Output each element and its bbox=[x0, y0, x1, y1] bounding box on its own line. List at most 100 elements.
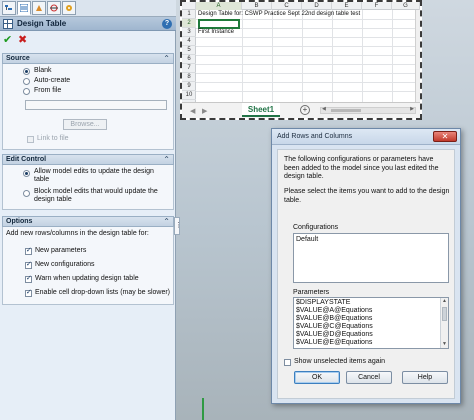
row-header[interactable]: 7 bbox=[182, 64, 196, 73]
show-unselected-checkbox[interactable] bbox=[284, 359, 291, 366]
column-header[interactable]: G bbox=[392, 2, 420, 10]
options-group-header[interactable]: Options ⌃ bbox=[2, 216, 174, 227]
new-configurations-label: New configurations bbox=[35, 261, 95, 268]
edit-control-group-header[interactable]: Edit Control ⌃ bbox=[2, 154, 174, 165]
close-icon[interactable]: ✕ bbox=[433, 131, 457, 142]
new-configurations-checkbox[interactable] bbox=[25, 260, 32, 269]
add-rows-and-columns-dialog: Add Rows and Columns ✕ The following con… bbox=[271, 128, 461, 404]
options-intro: Add new rows/columns in the design table… bbox=[6, 230, 149, 237]
warn-when-updating-checkbox[interactable] bbox=[25, 274, 32, 283]
file-path-field[interactable] bbox=[25, 100, 167, 110]
row-header[interactable]: 3 bbox=[182, 28, 196, 37]
options-group-title: Options bbox=[6, 218, 33, 225]
tab-feature-manager[interactable] bbox=[2, 1, 16, 15]
row-header[interactable]: 6 bbox=[182, 55, 196, 64]
parameters-list[interactable]: $DISPLAYSTATE $VALUE@A@Equations $VALUE@… bbox=[293, 297, 449, 349]
panel-splitter-handle[interactable]: ⋮ bbox=[174, 217, 182, 235]
design-table-title-bar: Design Table ? bbox=[0, 17, 176, 31]
column-header[interactable]: F bbox=[362, 2, 392, 10]
list-item[interactable]: $VALUE@E@Equations bbox=[296, 339, 372, 346]
design-table-spreadsheet[interactable]: A B C D E F G 1 2 3 4 5 6 7 8 9 10 Desig… bbox=[180, 0, 422, 120]
list-item[interactable]: $VALUE@C@Equations bbox=[296, 323, 373, 330]
blank-radio[interactable] bbox=[23, 68, 30, 75]
row-header[interactable]: 2 bbox=[182, 19, 196, 28]
help-button[interactable]: Help bbox=[402, 371, 448, 384]
row-header[interactable]: 8 bbox=[182, 73, 196, 82]
collapse-chevron-icon[interactable]: ⌃ bbox=[163, 217, 170, 226]
new-parameters-checkbox[interactable] bbox=[25, 246, 32, 255]
scroll-thumb[interactable] bbox=[331, 109, 361, 112]
row-header[interactable]: 1 bbox=[182, 10, 196, 19]
next-sheet-icon[interactable]: ▶ bbox=[202, 107, 207, 115]
source-group-header[interactable]: Source ⌃ bbox=[2, 53, 174, 64]
options-group-body: Add new rows/columns in the design table… bbox=[2, 227, 174, 305]
parameters-label: Parameters bbox=[293, 289, 330, 296]
column-header[interactable]: A bbox=[196, 2, 242, 10]
sheet-tab[interactable]: Sheet1 bbox=[242, 103, 280, 117]
list-item[interactable]: $VALUE@A@Equations bbox=[296, 307, 372, 314]
new-parameters-label: New parameters bbox=[35, 247, 87, 254]
row-header[interactable]: 10 bbox=[182, 91, 196, 100]
tab-display-manager[interactable] bbox=[62, 1, 76, 15]
column-header[interactable]: E bbox=[332, 2, 362, 10]
allow-model-edits-radio[interactable] bbox=[23, 170, 30, 177]
drag-dots-icon: ⋮ bbox=[175, 222, 182, 229]
cell-a1[interactable]: Design Table for: CSWP Practice Sept 22n… bbox=[198, 11, 360, 17]
configurations-list[interactable]: Default bbox=[293, 233, 449, 283]
allow-model-edits-label: Allow model edits to update the design t… bbox=[34, 168, 154, 183]
auto-create-label: Auto-create bbox=[34, 77, 71, 84]
cancel-x-icon[interactable]: ✖ bbox=[18, 34, 27, 46]
dialog-instruction: Please select the items you want to add … bbox=[284, 188, 450, 204]
blank-label: Blank bbox=[34, 67, 52, 74]
cell-a3[interactable]: First Instance bbox=[198, 29, 234, 35]
tab-property-manager[interactable] bbox=[17, 1, 31, 15]
block-model-edits-radio[interactable] bbox=[23, 190, 30, 197]
vertical-scrollbar[interactable] bbox=[415, 10, 420, 102]
column-header[interactable]: B bbox=[242, 2, 272, 10]
scroll-left-icon[interactable]: ◀ bbox=[322, 106, 326, 112]
tab-configuration-manager[interactable] bbox=[32, 1, 46, 15]
cell-dropdown-checkbox[interactable] bbox=[25, 288, 32, 297]
dialog-title-bar[interactable]: Add Rows and Columns ✕ bbox=[272, 129, 460, 145]
row-header[interactable]: 4 bbox=[182, 37, 196, 46]
link-to-file-checkbox[interactable] bbox=[27, 136, 34, 143]
scroll-thumb[interactable] bbox=[442, 307, 447, 321]
column-header[interactable]: D bbox=[302, 2, 332, 10]
auto-create-radio[interactable] bbox=[23, 78, 30, 85]
browse-button[interactable]: Browse... bbox=[63, 119, 107, 130]
display-manager-icon bbox=[65, 4, 73, 12]
list-item[interactable]: $DISPLAYSTATE bbox=[296, 299, 350, 306]
tab-dimxpert[interactable] bbox=[47, 1, 61, 15]
row-header[interactable]: 5 bbox=[182, 46, 196, 55]
row-header[interactable]: 9 bbox=[182, 82, 196, 91]
collapse-chevron-icon[interactable]: ⌃ bbox=[163, 155, 170, 164]
column-header[interactable]: C bbox=[272, 2, 302, 10]
ok-check-icon[interactable]: ✔ bbox=[3, 34, 12, 46]
from-file-radio[interactable] bbox=[23, 88, 30, 95]
collapse-chevron-icon[interactable]: ⌃ bbox=[163, 54, 170, 63]
edit-control-group-body: Allow model edits to update the design t… bbox=[2, 165, 174, 210]
prev-sheet-icon[interactable]: ◀ bbox=[190, 107, 195, 115]
scroll-up-icon[interactable]: ▲ bbox=[442, 299, 447, 304]
list-scrollbar[interactable]: ▲ ▼ bbox=[440, 298, 448, 348]
block-model-edits-label: Block model edits that would update the … bbox=[34, 188, 158, 203]
cell-grid[interactable]: Design Table for: CSWP Practice Sept 22n… bbox=[196, 10, 420, 102]
active-cell-a2[interactable] bbox=[198, 19, 240, 29]
ok-button[interactable]: OK bbox=[294, 371, 340, 384]
action-bar: ✔ ✖ bbox=[0, 32, 176, 48]
scroll-right-icon[interactable]: ▶ bbox=[410, 106, 414, 112]
help-icon[interactable]: ? bbox=[162, 19, 172, 29]
horizontal-scrollbar[interactable]: ◀ ▶ bbox=[320, 106, 416, 114]
model-edge-fragment bbox=[202, 398, 204, 420]
list-item[interactable]: $VALUE@B@Equations bbox=[296, 315, 372, 322]
add-sheet-icon[interactable]: + bbox=[300, 105, 310, 115]
row-headers: 1 2 3 4 5 6 7 8 9 10 bbox=[182, 10, 196, 102]
source-group-body: Blank Auto-create From file Browse... Li… bbox=[2, 64, 174, 150]
list-item[interactable]: Default bbox=[296, 236, 318, 243]
scroll-down-icon[interactable]: ▼ bbox=[442, 342, 447, 347]
edit-control-group-title: Edit Control bbox=[6, 156, 47, 163]
corner-select-all[interactable] bbox=[182, 2, 196, 10]
cancel-button[interactable]: Cancel bbox=[346, 371, 392, 384]
feature-manager-icon bbox=[5, 4, 13, 12]
list-item[interactable]: $VALUE@D@Equations bbox=[296, 331, 373, 338]
